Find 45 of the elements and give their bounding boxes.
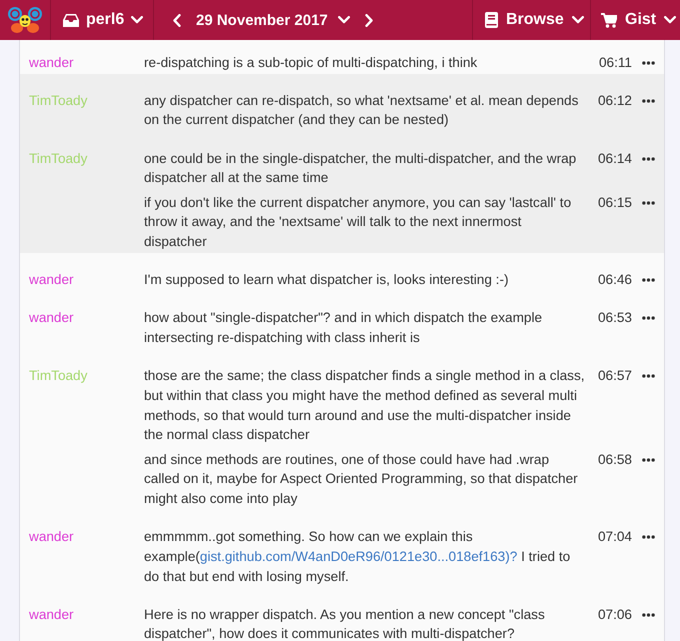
message-text: re-dispatching is a sub-topic of multi-dispatching, i think	[144, 54, 478, 72]
butterfly-icon[interactable]	[7, 5, 43, 35]
chevron-down-icon	[664, 16, 676, 24]
book-icon	[485, 12, 498, 28]
message-time[interactable]: 06:15	[598, 192, 632, 212]
message-text: Here is no wrapper dispatch. As you mention a new concept "class dispatcher", how does it communicates with multi-dispatcher?	[144, 606, 546, 641]
message-time[interactable]: 07:06	[598, 604, 632, 624]
username[interactable]: wander	[29, 310, 74, 326]
message-time[interactable]: 07:04	[598, 527, 632, 547]
message-time[interactable]: 06:53	[598, 308, 632, 328]
message-time[interactable]: 06:12	[598, 90, 632, 110]
ellipsis-icon[interactable]	[642, 278, 654, 282]
inbox-icon	[63, 14, 79, 26]
username[interactable]: wander	[29, 272, 74, 288]
chevron-right-icon[interactable]	[364, 14, 373, 26]
ellipsis-icon[interactable]	[642, 60, 654, 64]
message-time[interactable]: 06:11	[598, 52, 632, 72]
username[interactable]: wander	[29, 606, 74, 622]
ellipsis-icon[interactable]	[642, 374, 654, 378]
message-text: how about "single-dispatcher"? and in which dispatch the example intersecting re-dispatching with class inherit is	[144, 309, 544, 348]
ellipsis-icon[interactable]	[642, 316, 654, 320]
gist-link[interactable]: gist.github.com/W4anD0eR96/0121e30...018ef163)?	[200, 548, 518, 564]
username[interactable]: wander	[29, 54, 74, 70]
message-text: and since methods are routines, one of those could have had .wrap called on it, maybe for Aspect Oriented Programming, so that dispatcher might also come into play	[144, 450, 579, 508]
ellipsis-icon[interactable]	[642, 458, 654, 462]
message-time[interactable]: 06:14	[598, 148, 632, 168]
message-text: I'm supposed to learn what dispatcher is, looks interesting :-)	[144, 271, 510, 290]
message-time[interactable]: 06:57	[598, 366, 632, 386]
ellipsis-icon[interactable]	[642, 98, 654, 103]
message-text: any dispatcher can re-dispatch, so what 'nextsame' et al. mean depends on the current dispatcher (and they can be nested)	[144, 92, 580, 130]
message-text: if you don't like the current dispatcher anymore, you can say 'lastcall' to throw it away, and the 'nextsame' will talk to the next innermost dispatcher	[144, 194, 572, 251]
chevron-left-icon[interactable]	[173, 14, 181, 26]
ellipsis-icon[interactable]	[642, 612, 654, 617]
chevron-down-icon	[338, 16, 350, 24]
ellipsis-icon[interactable]	[642, 156, 654, 161]
message-time[interactable]: 06:58	[598, 450, 632, 470]
message-text: emmmmm..got something. So how can we explain this example(gist.github.com/W4anD0eR96/0121e30...018ef163)? I tried to do that but end with losing myself.	[144, 528, 572, 586]
date-picker[interactable]: 29 November 2017	[196, 0, 350, 40]
ellipsis-icon[interactable]	[642, 535, 654, 540]
chevron-down-icon	[131, 16, 144, 24]
chevron-down-icon	[572, 16, 584, 24]
ellipsis-icon[interactable]	[642, 200, 654, 205]
shopping-cart-icon	[601, 12, 617, 28]
message-time[interactable]: 06:46	[598, 270, 632, 290]
username[interactable]: wander	[29, 529, 74, 544]
